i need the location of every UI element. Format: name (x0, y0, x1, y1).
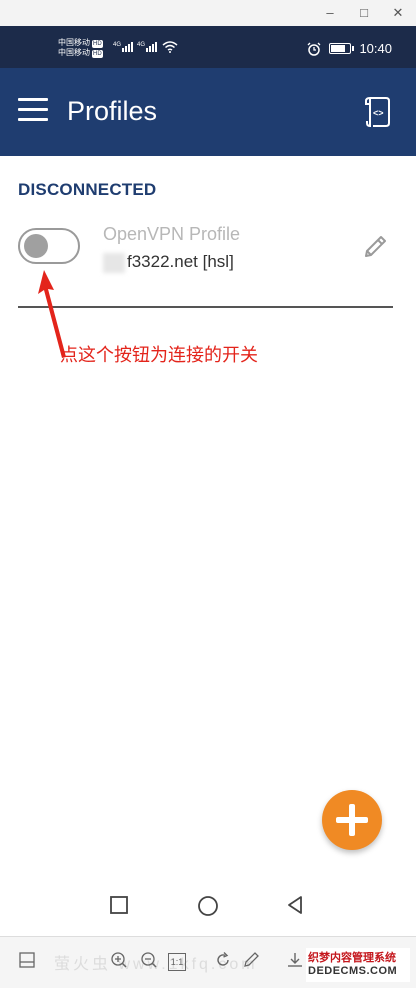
actual-size-button[interactable]: 1:1 (168, 953, 186, 971)
page-title: Profiles (67, 96, 158, 126)
minimize-button[interactable]: – (320, 4, 340, 22)
back-icon[interactable] (284, 894, 308, 918)
window-title-bar: – □ ✕ (0, 0, 416, 26)
rotate-icon[interactable] (212, 951, 234, 973)
annotation-text: 点这个按钮为连接的开关 (60, 345, 258, 365)
plus-icon (349, 804, 355, 836)
android-nav-bar (0, 876, 416, 936)
battery-icon (329, 43, 355, 54)
app-bar: Profiles <> (0, 68, 416, 156)
svg-text:4G: 4G (113, 42, 121, 48)
home-icon[interactable] (196, 894, 220, 918)
emulator-toolbar: 萤火虫 www.1kfq.com 1:1 织梦内容管理系统 DEDECMS.CO… (0, 936, 416, 988)
carrier-info: 中国移动 HD 中国移动 HD (58, 38, 103, 58)
annotate-pencil-icon[interactable] (240, 951, 262, 973)
alarm-icon (307, 42, 321, 56)
import-file-icon[interactable]: <> (364, 96, 392, 128)
status-right-group: 10:40 (307, 41, 392, 56)
edit-pencil-icon[interactable] (362, 232, 390, 260)
maximize-button[interactable]: □ (354, 4, 374, 22)
watermark-badge-line2: DEDECMS.COM (308, 965, 398, 977)
redacted-host-blur (103, 252, 125, 273)
zoom-out-icon[interactable] (138, 951, 160, 973)
recent-apps-icon[interactable] (108, 894, 132, 918)
hd-badge: HD (92, 40, 103, 48)
connection-toggle[interactable] (18, 228, 80, 264)
add-profile-button[interactable] (322, 790, 382, 850)
hd-badge: HD (92, 50, 103, 58)
connection-status-label: DISCONNECTED (18, 180, 157, 199)
profile-list: DISCONNECTED OpenVPN Profile f3322.net [… (0, 156, 416, 876)
site-watermark-badge: 织梦内容管理系统 DEDECMS.COM (306, 948, 410, 982)
signal-icon: 4G (137, 40, 159, 54)
svg-text:<>: <> (373, 108, 384, 118)
profile-server-text: f3322.net [hsl] (127, 252, 234, 271)
profile-server: f3322.net [hsl] (103, 252, 234, 273)
carrier-1-label: 中国移动 (58, 38, 90, 47)
toggle-knob (24, 234, 48, 258)
layout-toggle-icon[interactable] (16, 951, 38, 973)
phone-screen: 中国移动 HD 中国移动 HD 4G 4G 10:40 Profiles <> … (0, 26, 416, 936)
signal-icon: 4G (113, 40, 135, 54)
profile-name[interactable]: OpenVPN Profile (103, 224, 240, 245)
status-bar: 中国移动 HD 中国移动 HD 4G 4G 10:40 (0, 26, 416, 68)
close-button[interactable]: ✕ (388, 4, 408, 22)
wifi-icon (162, 40, 178, 55)
svg-text:4G: 4G (137, 42, 145, 48)
clock: 10:40 (359, 41, 392, 56)
zoom-in-icon[interactable] (108, 951, 130, 973)
watermark-badge-line1: 织梦内容管理系统 (308, 952, 396, 964)
download-icon[interactable] (284, 951, 306, 973)
carrier-2-label: 中国移动 (58, 48, 90, 57)
hamburger-menu-icon[interactable] (18, 98, 48, 122)
emulator-window: – □ ✕ 中国移动 HD 中国移动 HD 4G 4G 10:40 Profil… (0, 0, 416, 988)
